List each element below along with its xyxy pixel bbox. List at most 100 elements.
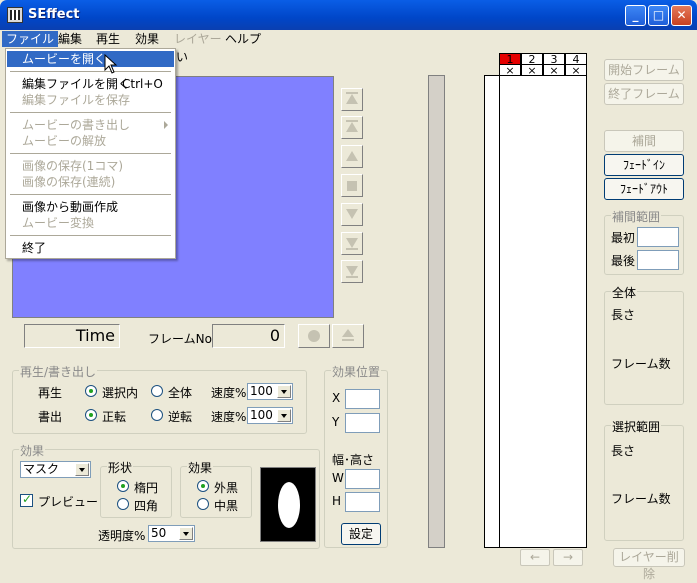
x-label: X — [332, 391, 341, 405]
menu-item-save-edit[interactable]: 編集ファイルを保存 — [7, 92, 174, 108]
write-reverse-label: 逆転 — [168, 410, 193, 424]
step-down-button[interactable] — [341, 203, 363, 226]
fade-in-button[interactable]: ﾌｪｰﾄﾞｲﾝ — [604, 154, 684, 176]
step-down-fast-button[interactable] — [341, 232, 363, 255]
write-speed-label: 速度% — [211, 410, 247, 424]
maximize-button[interactable]: □ — [648, 5, 669, 26]
step-up-fast-button[interactable] — [341, 116, 363, 139]
shape-rect-radio[interactable] — [117, 498, 129, 510]
jump-bottom-button[interactable] — [341, 260, 363, 283]
menu-effect[interactable]: 効果 — [131, 31, 163, 47]
menu-bar: ファイル 編集 再生 効果 レイヤー ヘルプ — [0, 30, 697, 48]
play-speed-label: 速度% — [211, 386, 247, 400]
select-value: マスク — [23, 462, 60, 476]
hidden-label-fragment: い — [176, 50, 189, 64]
menu-item-release-movie[interactable]: ムービーの解放 — [7, 133, 174, 149]
menu-play[interactable]: 再生 — [92, 31, 124, 47]
select-value: 100 — [250, 384, 273, 398]
write-forward-radio[interactable] — [85, 409, 97, 421]
w-label: W — [332, 471, 344, 485]
menu-item-save-image-one[interactable]: 画像の保存(1コマ) — [7, 158, 174, 174]
play-speed-select[interactable]: 100 — [247, 383, 293, 400]
outer-black-label: 外黒 — [214, 481, 239, 495]
close-button[interactable]: ✕ — [671, 5, 692, 26]
delete-layer-button[interactable]: レイヤー削除 — [613, 548, 685, 581]
first-input[interactable] — [637, 227, 679, 247]
menu-item-quit[interactable]: 終了 — [7, 240, 174, 256]
last-label: 最後 — [611, 254, 636, 268]
write-label: 書出 — [38, 410, 63, 424]
play-all-radio[interactable] — [151, 385, 163, 397]
group-label: 効果 — [187, 459, 214, 476]
x-input[interactable] — [345, 389, 380, 409]
menu-separator — [10, 153, 171, 154]
menu-layer[interactable]: レイヤー — [170, 31, 226, 47]
preview-checkbox[interactable] — [20, 492, 33, 507]
effect-type-select[interactable]: マスク — [20, 461, 91, 478]
inner-black-radio[interactable] — [197, 498, 209, 510]
play-selection-radio[interactable] — [85, 385, 97, 397]
shape-ellipse-radio[interactable] — [117, 480, 129, 492]
menu-item-convert-movie[interactable]: ムービー変換 — [7, 215, 174, 231]
start-frame-button[interactable]: 開始フレーム — [604, 59, 684, 81]
record-icon — [308, 330, 320, 342]
layer-toggle-2[interactable]: × — [521, 64, 543, 76]
fade-out-button[interactable]: ﾌｪｰﾄﾞｱｳﾄ — [604, 178, 684, 200]
menu-file[interactable]: ファイル — [2, 31, 59, 47]
shortcut-label: Ctrl+O — [122, 77, 163, 91]
y-input[interactable] — [345, 413, 380, 433]
layer-toggle-3[interactable]: × — [543, 64, 565, 76]
menu-separator — [10, 194, 171, 195]
menu-item-label: 編集ファイルを開く — [22, 77, 131, 91]
shape-ellipse-label: 楕円 — [134, 481, 159, 495]
last-input[interactable] — [637, 250, 679, 270]
shape-preview — [260, 467, 316, 542]
interp-range-group: 補間範囲 最初 最後 — [604, 208, 684, 275]
layer-toggle-4[interactable]: × — [565, 64, 587, 76]
write-forward-label: 正転 — [102, 410, 127, 424]
menu-item-open-edit[interactable]: 編集ファイルを開く Ctrl+O — [7, 76, 174, 92]
menu-item-open-movie[interactable]: ムービーを開く — [7, 51, 174, 67]
menu-item-make-from-images[interactable]: 画像から動画作成 — [7, 199, 174, 215]
jump-top-button[interactable] — [341, 88, 363, 111]
settings-button[interactable]: 設定 — [341, 523, 381, 545]
write-speed-select[interactable]: 100 — [247, 407, 293, 424]
interpolate-button[interactable]: 補間 — [604, 130, 684, 152]
group-label: 全体 — [611, 284, 638, 301]
opacity-select[interactable]: 50 — [148, 525, 195, 542]
menu-edit[interactable]: 編集 — [54, 31, 86, 47]
stop-button[interactable] — [341, 174, 363, 197]
width-input[interactable] — [345, 469, 380, 489]
menu-separator — [10, 235, 171, 236]
app-icon[interactable] — [7, 7, 23, 23]
timeline-slider[interactable] — [428, 75, 445, 548]
title-bar: SEffect _ □ ✕ — [0, 0, 697, 30]
menu-item-export-movie[interactable]: ムービーの書き出し — [7, 117, 174, 133]
layer-toggle-1[interactable]: × — [499, 64, 521, 76]
select-value: 100 — [250, 408, 273, 422]
step-up-button[interactable] — [341, 145, 363, 168]
play-all-label: 全体 — [168, 386, 193, 400]
record-button[interactable] — [298, 324, 330, 348]
minimize-button[interactable]: _ — [625, 5, 646, 26]
menu-separator — [10, 71, 171, 72]
height-input[interactable] — [345, 492, 380, 512]
inner-black-label: 中黒 — [214, 499, 239, 513]
layer-track-area[interactable] — [499, 75, 587, 548]
chevron-down-icon — [75, 463, 89, 476]
preview-label: プレビュー — [38, 495, 99, 509]
menu-item-save-image-seq[interactable]: 画像の保存(連続) — [7, 174, 174, 190]
prev-layer-button[interactable]: ← — [520, 549, 550, 566]
menu-item-label: ムービーの書き出し — [22, 118, 131, 132]
opacity-label: 透明度% — [98, 529, 146, 543]
eject-button[interactable] — [332, 324, 364, 348]
outer-black-radio[interactable] — [197, 480, 209, 492]
arrow-up-icon — [346, 151, 358, 161]
menu-help[interactable]: ヘルプ — [221, 31, 265, 47]
selection-frames-label: フレーム数 — [611, 492, 671, 506]
write-reverse-radio[interactable] — [151, 409, 163, 421]
shape-group: 形状 楕円 四角 — [100, 459, 172, 518]
selection-length-label: 長さ — [611, 444, 636, 458]
next-layer-button[interactable]: → — [553, 549, 583, 566]
end-frame-button[interactable]: 終了フレーム — [604, 83, 684, 105]
